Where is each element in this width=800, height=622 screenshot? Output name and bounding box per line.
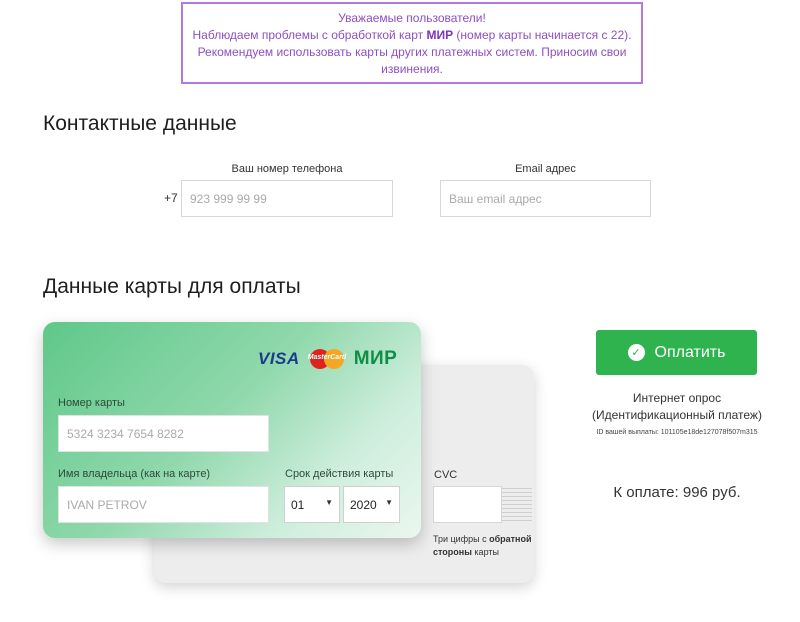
chevron-down-icon: ▼: [385, 498, 393, 507]
visa-logo: VISA: [258, 349, 300, 368]
card-holder-label: Имя владельца (как на карте): [58, 468, 211, 480]
card-section-title: Данные карты для оплаты: [43, 275, 301, 298]
notice-banner: Уважаемые пользователи! Наблюдаем пробле…: [181, 2, 643, 84]
notice-line-2: Наблюдаем проблемы с обработкой карт МИР…: [192, 28, 632, 42]
cvc-hint: Три цифры с обратной стороны карты: [433, 534, 532, 557]
chevron-down-icon: ▼: [325, 498, 333, 507]
pay-button[interactable]: ✓ Оплатить: [596, 330, 757, 375]
expiry-label: Срок действия карты: [285, 468, 394, 480]
cvc-input[interactable]: [433, 486, 502, 523]
payment-id: ID вашей выплаты: 101105e18de127078f507m…: [596, 429, 758, 436]
notice-line-1: Уважаемые пользователи!: [338, 11, 486, 25]
phone-input[interactable]: 923 999 99 99: [181, 180, 393, 217]
expiry-month-select[interactable]: 01 ▼: [284, 486, 340, 523]
notice-line-3: Рекомендуем использовать карты других пл…: [197, 45, 627, 59]
email-label: Email адрес: [515, 163, 576, 175]
card-number-input[interactable]: 5324 3234 7654 8282: [58, 415, 269, 452]
card-back-signature-stripes: [502, 488, 532, 522]
cvc-label: CVC: [434, 469, 458, 481]
contacts-title: Контактные данные: [43, 112, 237, 135]
payment-purpose: Интернет опрос: [632, 391, 722, 405]
mastercard-logo: MasterCard: [308, 348, 346, 370]
card-number-label: Номер карты: [58, 397, 125, 409]
mir-logo: МИР: [353, 348, 398, 369]
expiry-year-select[interactable]: 2020 ▼: [343, 486, 400, 523]
phone-prefix: +7: [164, 191, 178, 205]
payment-system-logos: VISA MasterCard МИР: [258, 348, 397, 370]
check-icon: ✓: [627, 344, 645, 361]
total-amount: К оплате: 996 руб.: [613, 484, 741, 501]
pay-button-label: Оплатить: [654, 343, 726, 361]
phone-label: Ваш номер телефона: [231, 163, 343, 175]
notice-line-4: извинения.: [381, 62, 443, 76]
payment-purpose-detail: (Идентификационный платеж): [592, 408, 762, 422]
email-input[interactable]: Ваш email адрес: [440, 180, 651, 217]
card-holder-input[interactable]: IVAN PETROV: [58, 486, 269, 523]
